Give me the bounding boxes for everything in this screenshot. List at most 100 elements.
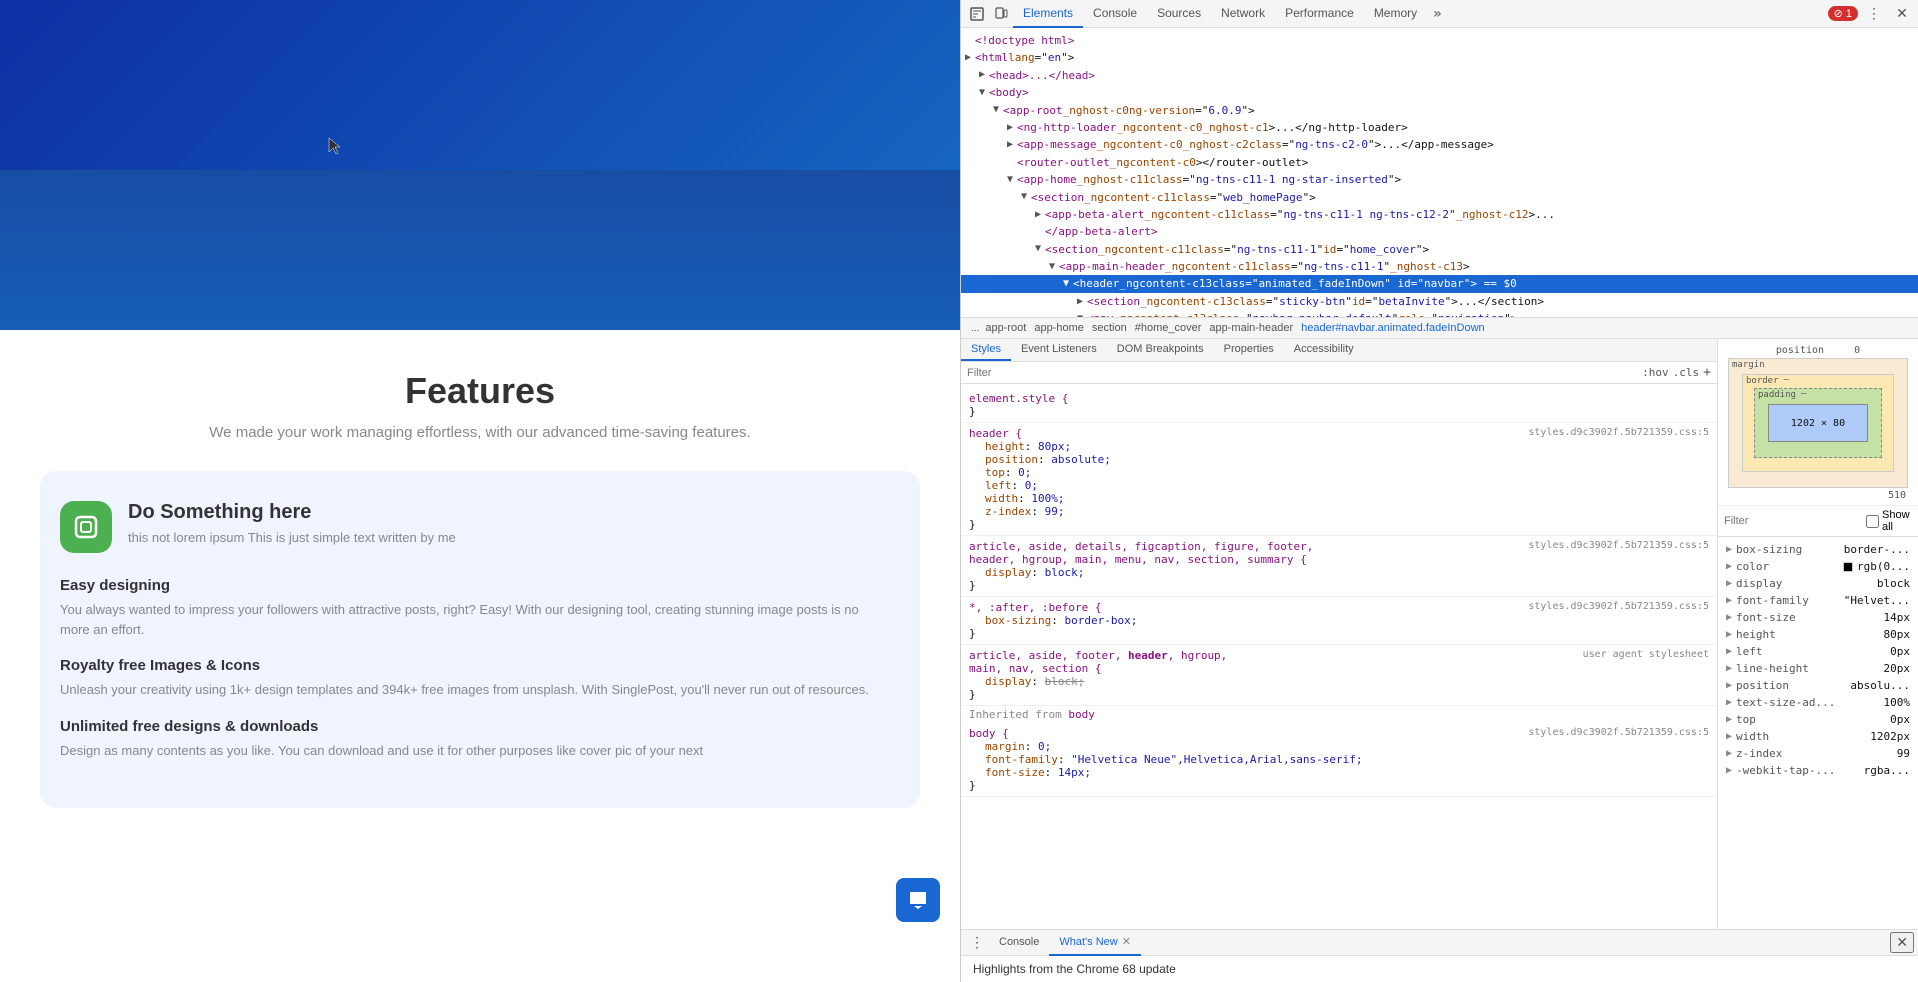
styles-left: Styles Event Listeners DOM Breakpoints P…	[961, 339, 1718, 929]
tab-sources[interactable]: Sources	[1147, 0, 1211, 28]
breadcrumb-item[interactable]: app-home	[1030, 321, 1088, 335]
console-tabs: ⋮ Console What's New ✕ ✕	[961, 930, 1918, 956]
chat-button[interactable]	[896, 878, 940, 922]
computed-row[interactable]: ▶ color rgb(0...	[1718, 558, 1918, 575]
devtools-topbar: Elements Console Sources Network Perform…	[961, 0, 1918, 28]
tree-line[interactable]: ▼ <section _ngcontent-c11 class="web_hom…	[961, 189, 1918, 206]
show-all-checkbox[interactable]	[1866, 515, 1879, 528]
console-message: Highlights from the Chrome 68 update	[973, 962, 1176, 976]
filter-hov[interactable]: :hov	[1642, 366, 1669, 379]
computed-filter-input[interactable]	[1724, 515, 1866, 527]
tree-toggle[interactable]: ▼	[1059, 277, 1073, 291]
tab-event-listeners[interactable]: Event Listeners	[1011, 339, 1107, 361]
computed-row[interactable]: ▶ -webkit-tap-... rgba...	[1718, 762, 1918, 779]
css-inherited-label: Inherited from body	[961, 706, 1717, 723]
computed-panel: ▶ box-sizing border-... ▶ color rgb(0...…	[1718, 537, 1918, 929]
computed-row[interactable]: ▶ font-family "Helvet...	[1718, 592, 1918, 609]
tree-line-selected[interactable]: ▼ <header _ngcontent-c13 class="animated…	[961, 275, 1918, 292]
computed-row[interactable]: ▶ box-sizing border-...	[1718, 541, 1918, 558]
breadcrumb-item-app-main-header[interactable]: app-main-header	[1205, 321, 1297, 335]
filter-add[interactable]: +	[1703, 365, 1711, 380]
tab-network[interactable]: Network	[1211, 0, 1275, 28]
tab-more[interactable]: »	[1427, 6, 1447, 22]
tree-toggle[interactable]: ▶	[1031, 208, 1045, 222]
breadcrumb-item[interactable]: app-root	[981, 321, 1030, 335]
inspect-btn[interactable]	[965, 2, 989, 26]
tree-line[interactable]: ▼ <app-home _nghost-c11 class="ng-tns-c1…	[961, 171, 1918, 188]
tree-toggle[interactable]: ▼	[989, 103, 1003, 117]
tree-toggle[interactable]: ▼	[1031, 242, 1045, 256]
tree-line[interactable]: ▶ <app-beta-alert _ngcontent-c11 class="…	[961, 206, 1918, 223]
box-content: 1202 × 80	[1768, 404, 1868, 442]
tree-line[interactable]: <!doctype html>	[961, 32, 1918, 49]
tab-elements[interactable]: Elements	[1013, 0, 1083, 28]
tree-toggle[interactable]: ▶	[1073, 295, 1087, 309]
computed-row[interactable]: ▶ display block	[1718, 575, 1918, 592]
console-more-btn[interactable]: ⋮	[965, 931, 989, 955]
feature2-desc: Unleash your creativity using 1k+ design…	[60, 680, 890, 700]
tree-line[interactable]: ▶ <head>...</head>	[961, 67, 1918, 84]
feature-item-2: Royalty free Images & Icons Unleash your…	[60, 657, 890, 700]
tree-toggle[interactable]: ▶	[1003, 121, 1017, 135]
box-content-size: 1202 × 80	[1791, 418, 1845, 429]
computed-row[interactable]: ▶ left 0px	[1718, 643, 1918, 660]
computed-row[interactable]: ▶ font-size 14px	[1718, 609, 1918, 626]
breadcrumb-item-active[interactable]: header#navbar.animated.fadeInDown	[1297, 321, 1488, 335]
tab-performance[interactable]: Performance	[1275, 0, 1364, 28]
tab-properties[interactable]: Properties	[1214, 339, 1284, 361]
console-tab-close[interactable]: ✕	[1122, 935, 1131, 948]
box-bottom-num: 510	[1888, 490, 1910, 501]
css-rule: header { styles.d9c3902f.5b721359.css:5 …	[961, 423, 1717, 536]
console-tab-whats-new[interactable]: What's New ✕	[1049, 930, 1141, 956]
features-section: Features We made your work managing effo…	[0, 330, 960, 848]
tab-accessibility[interactable]: Accessibility	[1284, 339, 1364, 361]
computed-filter-bar: Show all	[1718, 506, 1918, 537]
breadcrumb-item-section[interactable]: section	[1088, 321, 1131, 335]
tree-line[interactable]: ▶ <app-message _ngcontent-c0 _nghost-c2 …	[961, 136, 1918, 153]
breadcrumb-more[interactable]: ...	[969, 323, 981, 334]
styles-filter-input[interactable]	[967, 367, 1638, 379]
tree-line[interactable]: ▼ <app-main-header _ngcontent-c11 class=…	[961, 258, 1918, 275]
computed-row[interactable]: ▶ position absolu...	[1718, 677, 1918, 694]
styles-tabs: Styles Event Listeners DOM Breakpoints P…	[961, 339, 1717, 362]
breadcrumb-item-home-cover[interactable]: #home_cover	[1131, 321, 1206, 335]
tree-toggle[interactable]: ▼	[975, 86, 989, 100]
tab-dom-breakpoints[interactable]: DOM Breakpoints	[1107, 339, 1214, 361]
computed-row[interactable]: ▶ text-size-ad... 100%	[1718, 694, 1918, 711]
tab-console[interactable]: Console	[1083, 0, 1147, 28]
tree-toggle[interactable]: ▶	[961, 51, 975, 65]
tree-line[interactable]: <router-outlet _ngcontent-c0></router-ou…	[961, 154, 1918, 171]
tab-memory[interactable]: Memory	[1364, 0, 1427, 28]
show-all-label[interactable]: Show all	[1866, 509, 1912, 533]
tree-toggle[interactable]: ▶	[975, 68, 989, 82]
tree-line[interactable]: ▶ <section _ngcontent-c13 class="sticky-…	[961, 293, 1918, 310]
feature-main-desc: this not lorem ipsum This is just simple…	[128, 530, 456, 545]
computed-row[interactable]: ▶ line-height 20px	[1718, 660, 1918, 677]
tree-toggle[interactable]: ▼	[1045, 260, 1059, 274]
css-rule: element.style { }	[961, 388, 1717, 423]
tree-line[interactable]: </app-beta-alert>	[961, 223, 1918, 240]
computed-row[interactable]: ▶ width 1202px	[1718, 728, 1918, 745]
tree-line[interactable]: ▼ <nav _ngcontent-c13 class="navbar navb…	[961, 310, 1918, 318]
tree-line[interactable]: ▼ <section _ngcontent-c11 class="ng-tns-…	[961, 241, 1918, 258]
tree-toggle[interactable]: ▼	[1017, 190, 1031, 204]
css-rules: element.style { } header { styles.d9c390…	[961, 384, 1717, 929]
devtools-close-btn[interactable]: ✕	[1890, 2, 1914, 26]
console-tab-console[interactable]: Console	[989, 930, 1049, 956]
filter-cls[interactable]: .cls	[1673, 366, 1700, 379]
tree-line[interactable]: ▶ <html lang="en">	[961, 49, 1918, 66]
computed-row[interactable]: ▶ top 0px	[1718, 711, 1918, 728]
tab-styles[interactable]: Styles	[961, 339, 1011, 361]
device-btn[interactable]	[989, 2, 1013, 26]
features-title: Features	[20, 370, 940, 412]
computed-row[interactable]: ▶ height 80px	[1718, 626, 1918, 643]
computed-row[interactable]: ▶ z-index 99	[1718, 745, 1918, 762]
tree-line[interactable]: ▼ <app-root _nghost-c0 ng-version="6.0.9…	[961, 102, 1918, 119]
tree-line[interactable]: ▼ <body>	[961, 84, 1918, 101]
html-tree[interactable]: <!doctype html> ▶ <html lang="en"> ▶ <he…	[961, 28, 1918, 318]
tree-toggle[interactable]: ▶	[1003, 138, 1017, 152]
console-close-btn[interactable]: ✕	[1890, 932, 1914, 953]
devtools-more-btn[interactable]: ⋮	[1862, 2, 1886, 26]
tree-toggle[interactable]: ▼	[1003, 173, 1017, 187]
tree-line[interactable]: ▶ <ng-http-loader _ngcontent-c0 _nghost-…	[961, 119, 1918, 136]
